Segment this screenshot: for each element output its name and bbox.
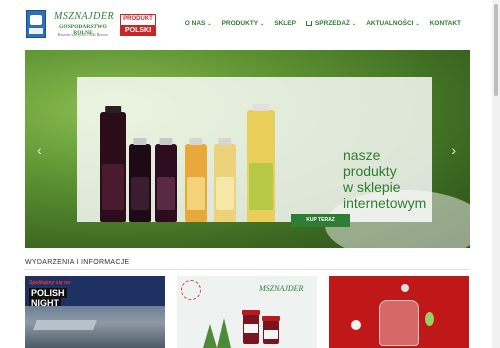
product-bottle-blackcurrant — [155, 138, 177, 222]
chevron-down-icon: ⌄ — [207, 20, 212, 27]
logo-badge[interactable] — [26, 10, 46, 38]
product-bottle-pear — [214, 138, 236, 222]
nav-item-aktualnosci[interactable]: AKTUALNOŚCI ⌄ — [361, 20, 425, 27]
jar-image — [262, 316, 280, 344]
ornament-icon — [401, 284, 409, 292]
chevron-right-icon[interactable]: › — [451, 142, 456, 158]
product-bottle-beet — [100, 106, 126, 222]
nav-item-o-nas[interactable]: O NAS ⌄ — [180, 20, 217, 27]
ornament-icon — [425, 312, 434, 326]
badge-top-text: PRODUKT — [123, 16, 153, 22]
nav-label: PRODUKTY — [221, 20, 259, 27]
card-brand: MSZNAJDER — [259, 284, 304, 293]
scrollbar[interactable] — [492, 0, 500, 348]
glass-jar-image — [379, 300, 419, 346]
product-bottle-pickle-juice — [247, 104, 275, 222]
cart-icon — [305, 21, 312, 26]
card-text: Spotkajmy się na — [29, 280, 70, 286]
brand-logo[interactable]: MSZNAJDER GOSPODARSTWO ROLNE Kiszone war… — [50, 8, 116, 42]
chevron-down-icon: ⌄ — [351, 20, 357, 27]
chevron-down-icon: ⌄ — [415, 20, 420, 27]
nav-item-sprzedaz[interactable]: SPRZEDAŻ ⌄ — [301, 20, 361, 27]
tree-icon — [217, 318, 231, 348]
produkt-polski-badge: PRODUKT POLSKI — [120, 14, 156, 36]
badge-bottom-text: POLSKI — [121, 25, 155, 36]
news-card-polish-night[interactable]: Spotkajmy się na POLISH NIGHT — [25, 276, 165, 348]
nav-label: SPRZEDAŻ — [314, 20, 350, 27]
hero-title-line1: nasze produkty — [343, 147, 397, 179]
section-divider — [25, 269, 470, 270]
buy-now-button[interactable]: KUP TERAZ — [291, 214, 350, 227]
news-card-christmas-decor[interactable] — [329, 276, 469, 348]
hero-title-line2: w sklepie internetowym — [343, 179, 427, 211]
site-header: MSZNAJDER GOSPODARSTWO ROLNE Kiszone war… — [0, 0, 500, 50]
tree-icon — [203, 324, 217, 348]
scroll-thumb[interactable] — [494, 4, 498, 96]
brand-name: MSZNAJDER — [54, 11, 115, 22]
main-nav: O NAS ⌄ PRODUKTY ⌄ SKLEP SPRZEDAŻ ⌄ AKTU… — [180, 20, 466, 27]
section-title: WYDARZENIA I INFORMACJE — [25, 259, 130, 266]
news-card-christmas-jars[interactable]: MSZNAJDER — [177, 276, 317, 348]
chevron-left-icon[interactable]: ‹ — [37, 142, 42, 158]
stamp-icon — [181, 280, 201, 300]
chevron-down-icon: ⌄ — [260, 20, 265, 27]
product-bottle-apple — [185, 138, 207, 222]
nav-item-produkty[interactable]: PRODUKTY ⌄ — [217, 20, 270, 27]
product-bottle-aronia — [129, 138, 151, 222]
nav-label: KONTAKT — [429, 20, 461, 27]
brand-tagline: Kiszone warzywa i Soki Bezwzr — [57, 32, 109, 37]
nav-label: O NAS — [184, 20, 206, 27]
nav-item-sklep[interactable]: SKLEP — [269, 20, 301, 27]
card-text: POLISH — [29, 288, 67, 298]
ornament-icon — [351, 320, 361, 330]
jar-image — [242, 310, 260, 344]
nav-label: AKTUALNOŚCI — [366, 20, 414, 27]
city-photo — [25, 306, 165, 348]
hero-panel: nasze produkty w sklepie internetowym KU… — [77, 77, 432, 227]
nav-label: SKLEP — [274, 20, 296, 27]
hero-slider[interactable]: nasze produkty w sklepie internetowym KU… — [25, 50, 470, 248]
nav-item-kontakt[interactable]: KONTAKT — [425, 20, 466, 27]
hero-title: nasze produkty w sklepie internetowym — [343, 147, 432, 211]
